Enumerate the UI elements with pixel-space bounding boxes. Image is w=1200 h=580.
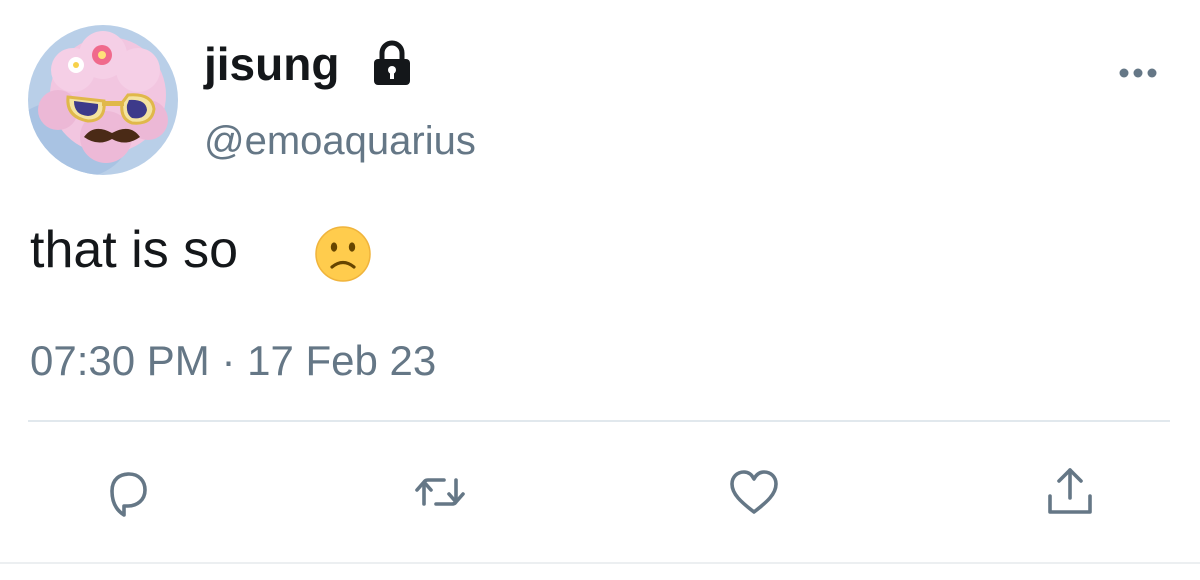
share-icon: [1048, 468, 1092, 514]
avatar[interactable]: [28, 25, 178, 175]
reply-icon: [110, 472, 147, 517]
bottom-divider: [0, 562, 1200, 564]
heart-icon: [730, 470, 778, 514]
tweet-text: that is so: [30, 221, 239, 279]
share-button[interactable]: [1040, 462, 1100, 522]
avatar-image: [28, 25, 178, 175]
display-name[interactable]: jisung: [204, 34, 339, 94]
tweet-timestamp[interactable]: 07:30 PM · 17 Feb 23: [30, 331, 436, 391]
more-options-button[interactable]: [1112, 58, 1164, 88]
slightly-frowning-face-icon: [314, 225, 372, 283]
retweet-button[interactable]: [410, 462, 470, 522]
lock-icon: [370, 40, 414, 86]
like-button[interactable]: [724, 462, 784, 522]
retweet-icon: [415, 478, 465, 506]
user-handle[interactable]: @emoaquarius: [204, 113, 476, 169]
more-horizontal-icon: [1119, 68, 1157, 78]
reply-button[interactable]: [98, 462, 158, 522]
divider: [28, 420, 1170, 422]
